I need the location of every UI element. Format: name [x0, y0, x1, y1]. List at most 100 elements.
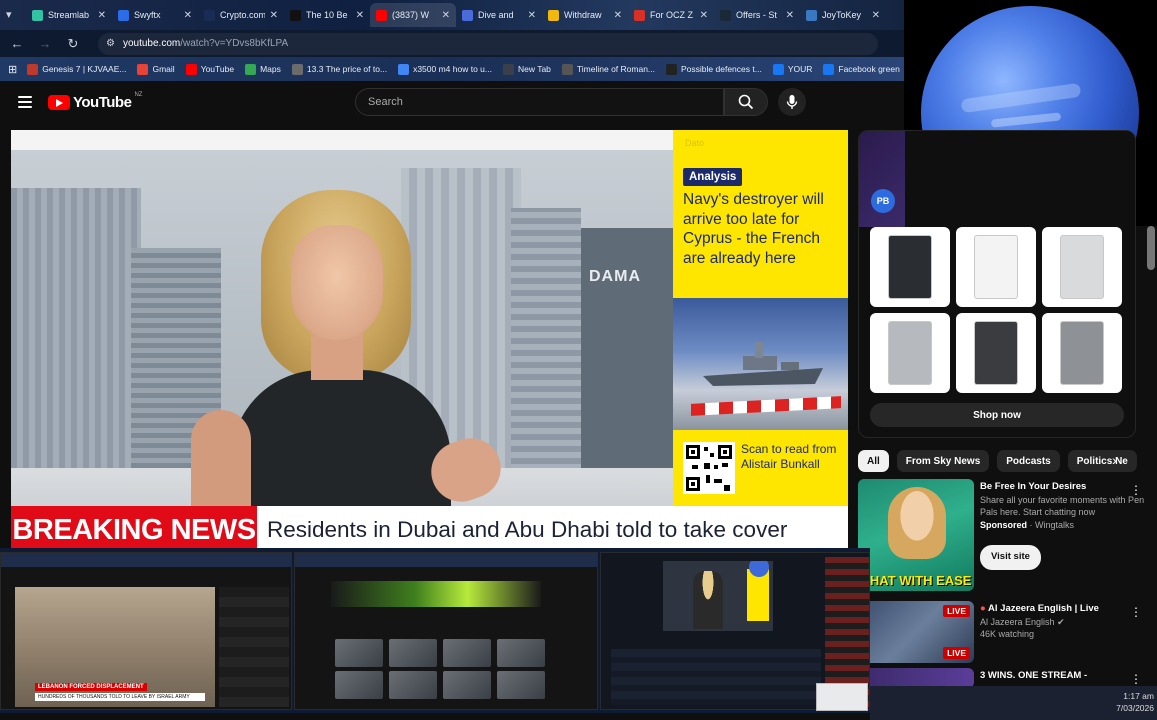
recommendation-title: ● Al Jazeera English | Live: [980, 603, 1099, 614]
verified-icon: ✔: [1057, 616, 1065, 627]
scrollbar-thumb[interactable]: [1147, 226, 1155, 270]
bookmark-favicon-icon: [502, 63, 514, 75]
reload-icon[interactable]: ↻: [66, 36, 80, 52]
bookmark-item[interactable]: Facebook green: [823, 63, 900, 75]
bookmark-label: YouTube: [200, 64, 235, 74]
window-preview-kick[interactable]: [294, 552, 598, 710]
recommendation-thumbnail[interactable]: LIVE LIVE: [858, 601, 974, 663]
apps-grid-icon[interactable]: ⊞: [8, 63, 17, 76]
product-tile[interactable]: [870, 313, 950, 393]
close-icon[interactable]: ✕: [98, 10, 106, 21]
more-options-icon[interactable]: ⋮: [1130, 483, 1142, 497]
bookmark-item[interactable]: New Tab: [502, 63, 551, 75]
browser-tab[interactable]: Offers - St ✕: [714, 3, 800, 27]
browser-tab[interactable]: Streamlab ✕: [26, 3, 112, 27]
bookmark-item[interactable]: 13.3 The price of to...: [291, 63, 387, 75]
search-button[interactable]: [724, 88, 768, 116]
shop-now-button[interactable]: Shop now: [870, 403, 1124, 427]
bookmark-item[interactable]: Gmail: [137, 63, 175, 75]
recommendation-item[interactable]: 3 WINS. ONE STREAM - ⋮: [858, 668, 1148, 688]
browser-tab[interactable]: Withdraw ✕: [542, 3, 628, 27]
preview-caption: LEBANON FORCED DISPLACEMENT: [35, 683, 147, 691]
window-preview-youtube[interactable]: LEBANON FORCED DISPLACEMENT HUNDREDS OF …: [0, 552, 292, 710]
browser-tab[interactable]: Crypto.com ✕: [198, 3, 284, 27]
close-icon[interactable]: ✕: [528, 10, 536, 21]
bookmark-label: Facebook green: [838, 64, 900, 74]
search-input[interactable]: [368, 96, 723, 108]
product-tile[interactable]: [1042, 313, 1122, 393]
video-frame: DAMA: [11, 150, 673, 548]
bookmark-favicon-icon: [27, 63, 39, 75]
bookmark-favicon-icon: [772, 63, 784, 75]
recommendation-thumbnail[interactable]: CHAT WITH EASE: [858, 479, 974, 591]
back-arrow-icon[interactable]: ←: [10, 36, 24, 51]
close-icon[interactable]: ✕: [442, 10, 450, 21]
filter-chip[interactable]: Politics Ne: [1067, 450, 1137, 472]
bookmark-item[interactable]: YouTube: [185, 63, 235, 75]
advertiser-logo[interactable]: PB: [871, 189, 895, 213]
menu-icon[interactable]: [18, 96, 32, 108]
browser-tab[interactable]: Swyftx ✕: [112, 3, 198, 27]
recommendation-stats: 46K watching: [980, 629, 1035, 639]
browser-tab[interactable]: For OCZ Z ✕: [628, 3, 714, 27]
bookmark-label: Genesis 7 | KJVAAE...: [42, 64, 127, 74]
close-icon[interactable]: ✕: [270, 10, 278, 21]
tab-search-icon[interactable]: ▾: [6, 8, 12, 21]
tab-title: Offers - St: [736, 10, 777, 20]
youtube-logo[interactable]: YouTube NZ: [48, 92, 142, 111]
recommendation-item[interactable]: CHAT WITH EASE Be Free In Your Desires S…: [858, 479, 1148, 591]
appliance-image: [888, 235, 932, 299]
bookmark-item[interactable]: Maps: [245, 63, 281, 75]
more-options-icon[interactable]: ⋮: [1130, 605, 1142, 619]
product-grid: [870, 227, 1126, 393]
filter-chip[interactable]: Podcasts: [997, 450, 1060, 472]
joytokey-icon: [806, 9, 817, 21]
tab-title: The 10 Be: [306, 10, 348, 20]
video-top-band: [11, 130, 673, 150]
browser-tab[interactable]: (3837) W ✕: [370, 3, 456, 27]
close-icon[interactable]: ✕: [872, 10, 880, 21]
close-icon[interactable]: ✕: [614, 10, 622, 21]
recommendation-thumbnail[interactable]: [858, 668, 974, 688]
sponsored-ad-panel[interactable]: PB Shop now: [858, 130, 1136, 438]
window-thumbnail[interactable]: [816, 683, 868, 711]
close-icon[interactable]: ✕: [356, 10, 364, 21]
preview-video: LEBANON FORCED DISPLACEMENT HUNDREDS OF …: [15, 587, 215, 707]
forward-arrow-icon[interactable]: →: [38, 36, 52, 51]
bookmark-label: New Tab: [517, 64, 551, 74]
system-clock[interactable]: 1:17 am 7/03/2026: [1096, 690, 1154, 714]
browser-tab[interactable]: Dive and ✕: [456, 3, 542, 27]
browser-tab[interactable]: JoyToKey ✕: [800, 3, 886, 27]
chevron-right-icon[interactable]: ›: [1112, 452, 1117, 468]
product-tile[interactable]: [1042, 227, 1122, 307]
recommendation-item[interactable]: LIVE LIVE ● Al Jazeera English | Live Al…: [858, 601, 1148, 663]
close-icon[interactable]: ✕: [700, 10, 708, 21]
search-icon: [738, 94, 754, 110]
address-bar[interactable]: ⚙ youtube.com/watch?v=YDvs8bKfLPA: [98, 32, 878, 55]
close-icon[interactable]: ✕: [184, 10, 192, 21]
bookmark-item[interactable]: Genesis 7 | KJVAAE...: [27, 63, 127, 75]
visit-site-button[interactable]: Visit site: [980, 545, 1041, 570]
bookmark-item[interactable]: x3500 m4 how to u...: [398, 63, 492, 75]
ticker-text: Residents in Dubai and Abu Dhabi told to…: [267, 517, 788, 542]
product-tile[interactable]: [956, 313, 1036, 393]
browser-tab[interactable]: The 10 Be ✕: [284, 3, 370, 27]
more-options-icon[interactable]: ⋮: [1130, 672, 1142, 686]
product-tile[interactable]: [870, 227, 950, 307]
voice-search-button[interactable]: [778, 88, 806, 116]
video-player[interactable]: DAMA Dato Analysis Navy's destroyer will…: [11, 130, 848, 548]
bookmarks-bar: ⊞ Genesis 7 | KJVAAE... Gmail YouTube Maps 1…: [0, 57, 904, 81]
tab-title: Withdraw: [564, 10, 602, 20]
bookmark-label: Gmail: [152, 64, 175, 74]
bookmark-item[interactable]: YOUR: [772, 63, 812, 75]
product-tile[interactable]: [956, 227, 1036, 307]
site-info-icon[interactable]: ⚙: [106, 38, 115, 49]
bookmark-favicon-icon: [666, 63, 678, 75]
filter-chip[interactable]: From Sky News: [896, 450, 990, 472]
filter-chip[interactable]: All: [858, 450, 889, 472]
news-side-panel: Dato Analysis Navy's destroyer will arri…: [673, 130, 848, 506]
bookmark-item[interactable]: Timeline of Roman...: [561, 63, 655, 75]
bookmark-item[interactable]: Possible defences t...: [666, 63, 762, 75]
threads-icon: [290, 9, 301, 21]
close-icon[interactable]: ✕: [786, 10, 794, 21]
